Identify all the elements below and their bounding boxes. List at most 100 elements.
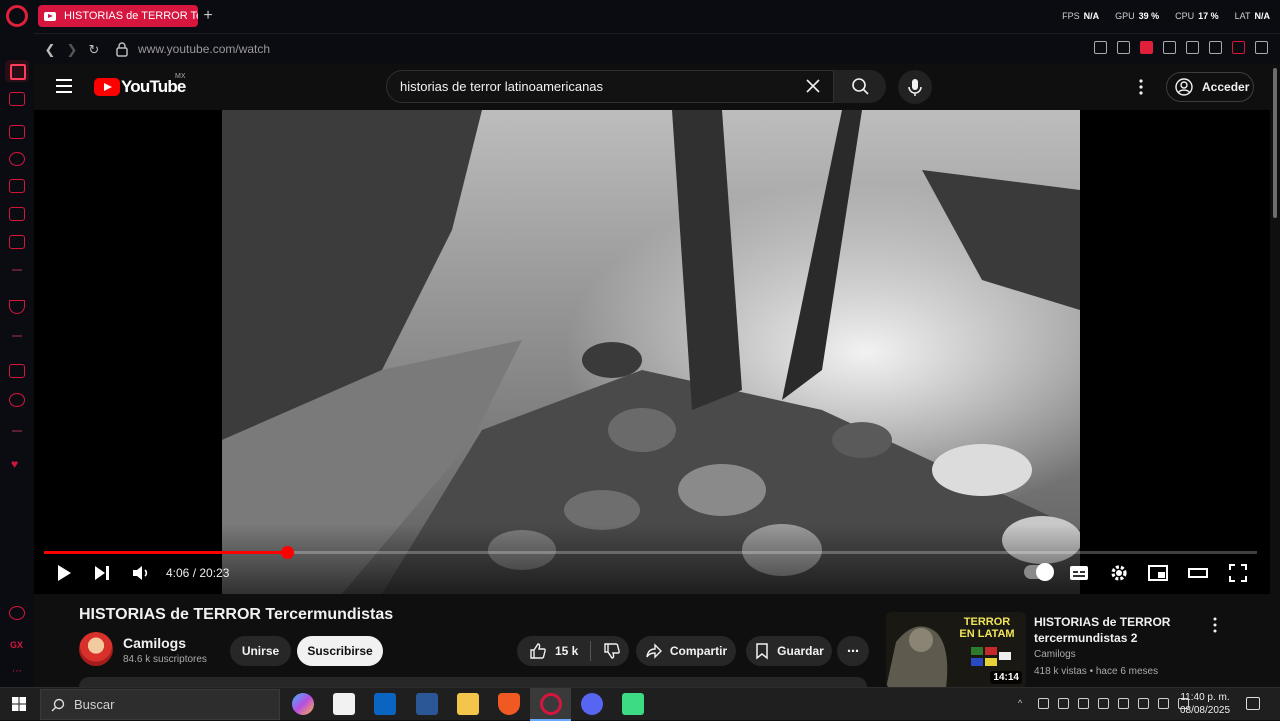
autoplay-toggle[interactable] (1024, 563, 1054, 581)
thumbs-up-icon[interactable] (529, 642, 547, 660)
share-icon (646, 643, 662, 659)
subscribe-button[interactable]: Suscribirse (297, 636, 383, 666)
sidebar-whatsapp-icon[interactable] (9, 393, 25, 407)
tray-cloud-icon[interactable] (1098, 698, 1109, 709)
sidebar-aria-icon[interactable] (9, 300, 25, 314)
outlook-icon[interactable] (374, 693, 396, 715)
next-video-icon[interactable] (91, 562, 113, 584)
forward-icon[interactable]: ❯ (64, 42, 80, 58)
sidebar-twitch-icon[interactable] (9, 364, 25, 378)
taskbar-clock[interactable]: 11:40 p. m. 08/08/2025 (1176, 691, 1234, 717)
recommended-video-title[interactable]: HISTORIAS de TERROR tercermundistas 2 (1034, 614, 1204, 646)
theater-mode-icon[interactable] (1187, 562, 1209, 584)
voice-search-button[interactable] (898, 70, 932, 104)
join-button[interactable]: Unirse (230, 636, 291, 666)
copilot-icon[interactable] (292, 693, 314, 715)
sidebar-home-icon[interactable] (5, 60, 29, 82)
search-icon (852, 78, 869, 95)
sidebar-history-icon[interactable] (9, 152, 25, 166)
fullscreen-icon[interactable] (1227, 562, 1249, 584)
settings-gear-icon[interactable] (1108, 562, 1130, 584)
url-input[interactable]: www.youtube.com/watch (138, 42, 270, 56)
brave-icon[interactable] (498, 693, 520, 715)
miniplayer-icon[interactable] (1147, 562, 1169, 584)
perf-fps-value: N/A (1083, 11, 1100, 21)
taskbar-search-box[interactable]: Buscar (40, 689, 280, 720)
word-icon[interactable] (416, 693, 438, 715)
search-button[interactable] (834, 70, 886, 103)
recommended-kebab-icon[interactable] (1210, 616, 1220, 634)
snapshot-icon[interactable] (1117, 41, 1130, 54)
channel-avatar[interactable] (79, 632, 113, 666)
sidebar-gx-control-icon[interactable] (9, 92, 25, 106)
search-icon (51, 698, 65, 711)
volume-icon[interactable] (130, 562, 152, 584)
player-icon[interactable] (1163, 41, 1176, 54)
back-icon[interactable]: ❮ (42, 42, 58, 58)
opera-gx-icon[interactable] (540, 693, 562, 715)
video-player[interactable]: 4:06 / 20:23 (34, 110, 1270, 594)
address-bar: ❮ ❯ ↻ www.youtube.com/watch (34, 33, 1280, 64)
perf-fps-label: FPS (1062, 11, 1080, 21)
recommended-thumbnail[interactable]: TERROR EN LATAM 14:14 (886, 612, 1026, 688)
sidebar-music-icon[interactable] (9, 235, 25, 249)
sidebar-gx-icon[interactable] (9, 606, 25, 620)
search-box[interactable]: historias de terror latinoamericanas (386, 70, 834, 103)
sidebar-more-icon[interactable]: ⋯ (12, 666, 22, 677)
search-input[interactable]: historias de terror latinoamericanas (400, 79, 603, 94)
new-tab-button[interactable]: + (201, 7, 215, 25)
tray-network-icon[interactable] (1158, 698, 1169, 709)
channel-name[interactable]: Camilogs (123, 635, 186, 651)
sidebar-gx-badge-icon[interactable]: GX (10, 640, 23, 650)
notifications-icon[interactable] (1246, 697, 1260, 710)
video-duration-badge: 14:14 (990, 671, 1022, 684)
tab-youtube-video[interactable]: HISTORIAS de TERROR Te (38, 5, 198, 27)
sidebar-games-icon[interactable] (9, 125, 25, 139)
scrollbar-thumb[interactable] (1273, 68, 1277, 218)
thumbnail-text: TERROR EN LATAM (959, 616, 1015, 640)
easy-setup-icon[interactable] (1255, 41, 1268, 54)
profile-icon[interactable] (1232, 41, 1245, 54)
discord-icon[interactable] (581, 693, 603, 715)
page-scrollbar[interactable] (1270, 64, 1280, 687)
share-button[interactable]: Compartir (636, 636, 736, 666)
file-explorer-icon[interactable] (457, 693, 479, 715)
pin-icon[interactable] (1094, 41, 1107, 54)
lock-icon[interactable] (116, 41, 128, 57)
subtitles-icon[interactable] (1068, 562, 1090, 584)
close-icon[interactable] (805, 78, 821, 94)
sidebar-messenger-icon[interactable] (9, 207, 25, 221)
signin-button[interactable]: Acceder (1166, 72, 1254, 102)
progress-bar[interactable] (44, 546, 1257, 559)
hamburger-menu-icon[interactable] (56, 79, 72, 93)
opera-logo-icon[interactable] (6, 5, 28, 27)
video-info-section: HISTORIAS de TERROR Tercermundistas Cami… (34, 594, 1270, 689)
settings-kebab-icon[interactable] (1135, 77, 1147, 97)
thumbs-down-icon[interactable] (603, 642, 621, 660)
sidebar-news-icon[interactable] (9, 179, 25, 193)
tray-app-icon[interactable] (1038, 698, 1049, 709)
video-frame-forest-path[interactable] (222, 110, 1080, 594)
tray-chevron-icon[interactable]: ^ (1018, 698, 1029, 709)
like-count[interactable]: 15 k (555, 644, 578, 658)
tray-wifi-icon[interactable] (1058, 698, 1069, 709)
extensions-icon[interactable] (1209, 41, 1222, 54)
microsoft-store-icon[interactable] (333, 693, 355, 715)
tray-display-icon[interactable] (1118, 698, 1129, 709)
tray-battery-icon[interactable] (1138, 698, 1149, 709)
progress-scrubber[interactable] (280, 546, 294, 559)
recommended-channel[interactable]: Camilogs (1034, 649, 1076, 660)
youtube-logo-icon[interactable] (94, 78, 120, 96)
tray-usb-icon[interactable] (1078, 698, 1089, 709)
windows-start-icon[interactable] (12, 697, 26, 711)
android-app-icon[interactable] (622, 693, 644, 715)
heart-icon[interactable] (1186, 41, 1199, 54)
vpn-shield-icon[interactable] (1140, 41, 1153, 54)
tab-title: HISTORIAS de TERROR Te (64, 10, 198, 22)
sidebar-heart-icon[interactable]: ♥ (11, 457, 18, 471)
more-actions-button[interactable]: ⋯ (837, 636, 869, 666)
play-icon[interactable] (52, 562, 74, 584)
save-button[interactable]: Guardar (746, 636, 832, 666)
youtube-logo-text[interactable]: YouTube (121, 77, 186, 97)
reload-icon[interactable]: ↻ (86, 42, 102, 58)
